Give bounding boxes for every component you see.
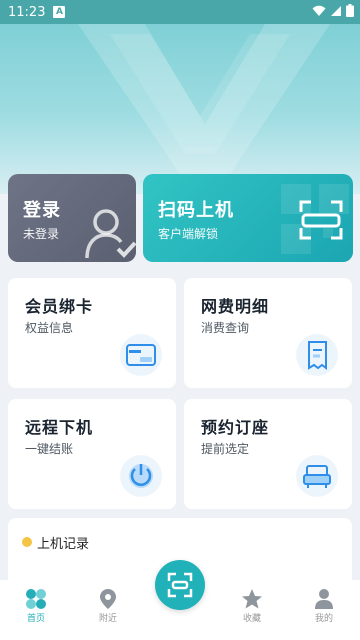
seat-booking-subtitle: 提前选定 — [201, 442, 250, 456]
seat-booking-title: 预约订座 — [201, 418, 270, 437]
tab-mine[interactable]: 我的 — [294, 588, 354, 624]
member-card-bind[interactable]: 会员绑卡 权益信息 — [8, 278, 176, 388]
member-card-title: 会员绑卡 — [25, 297, 94, 316]
remote-logout-title: 远程下机 — [25, 418, 94, 437]
seat-booking-card[interactable]: 预约订座 提前选定 — [184, 399, 352, 509]
seat-icon — [296, 455, 338, 497]
home-grid-icon — [26, 589, 46, 609]
tab-home-label: 首页 — [26, 614, 45, 624]
scan-title: 扫码上机 — [158, 200, 234, 221]
scan-button[interactable] — [155, 560, 205, 610]
scan-icon — [167, 572, 193, 598]
hero-banner — [0, 24, 360, 194]
scan-subtitle: 客户端解锁 — [158, 227, 219, 241]
login-card[interactable]: 登录 未登录 — [8, 174, 136, 262]
login-status: 未登录 — [23, 227, 60, 241]
user-check-icon — [85, 209, 136, 259]
scan-card[interactable]: 扫码上机 客户端解锁 — [143, 174, 353, 262]
tab-favorites[interactable]: 收藏 — [222, 588, 282, 624]
status-bar: 11:23 A — [0, 0, 360, 24]
location-pin-icon — [100, 589, 116, 609]
tab-home[interactable]: 首页 — [6, 588, 66, 624]
banner-logo-watermark — [78, 24, 330, 174]
remote-logout-card[interactable]: 远程下机 一键结账 — [8, 399, 176, 509]
fee-details-subtitle: 消费查询 — [201, 321, 250, 335]
tab-nearby[interactable]: 附近 — [78, 588, 138, 624]
usage-record-label: 上机记录 — [37, 537, 90, 552]
user-icon — [315, 589, 333, 609]
wifi-icon — [312, 5, 326, 16]
notification-icon: A — [53, 6, 66, 18]
fee-details-title: 网费明细 — [201, 297, 270, 316]
battery-icon — [346, 4, 354, 17]
signal-icon — [331, 5, 341, 16]
star-icon — [242, 589, 262, 609]
power-icon — [120, 455, 162, 497]
login-title: 登录 — [23, 200, 61, 221]
tab-nearby-label: 附近 — [98, 614, 117, 624]
tab-mine-label: 我的 — [314, 614, 333, 624]
record-dot-icon — [22, 537, 32, 547]
qr-scan-icon — [281, 184, 349, 254]
remote-logout-subtitle: 一键结账 — [25, 442, 74, 456]
fee-details-card[interactable]: 网费明细 消费查询 — [184, 278, 352, 388]
receipt-icon — [296, 334, 338, 376]
member-card-subtitle: 权益信息 — [25, 321, 74, 335]
status-time: 11:23 — [8, 4, 46, 20]
tab-favorites-label: 收藏 — [242, 614, 261, 624]
vip-card-icon — [120, 334, 162, 376]
